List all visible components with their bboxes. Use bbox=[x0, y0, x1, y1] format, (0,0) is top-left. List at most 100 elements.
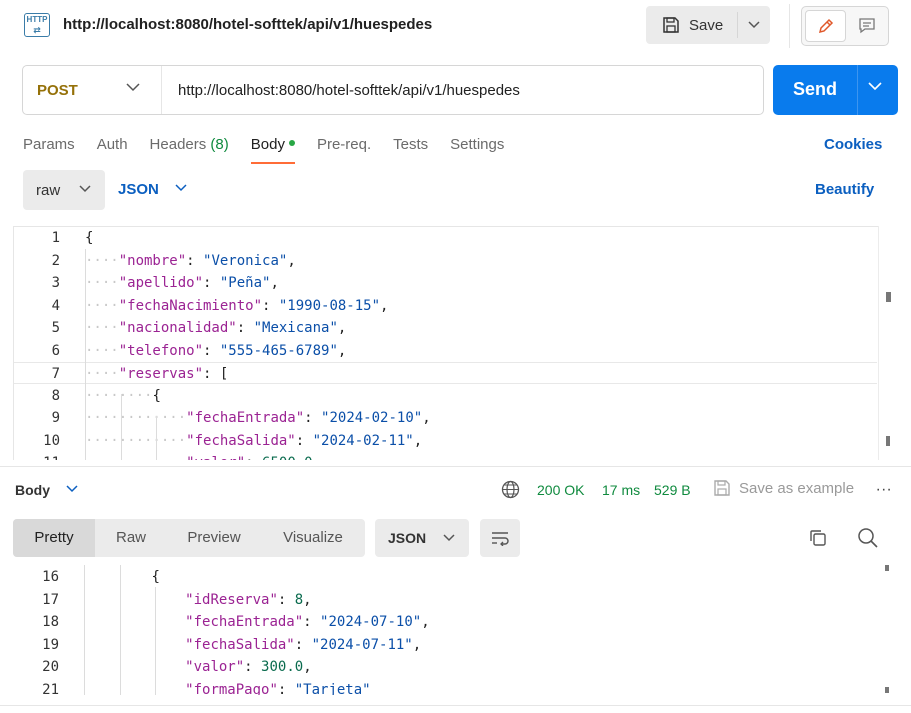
more-options-button[interactable]: ∙∙∙ bbox=[876, 481, 892, 499]
tab-label: Body bbox=[250, 136, 285, 153]
code-line[interactable]: 8 ········{ bbox=[14, 385, 877, 407]
code-line[interactable]: 3 ····"apellido": "Peña", bbox=[14, 272, 877, 294]
response-bar: Body 200 OK 17 ms 529 B Save as example … bbox=[0, 466, 911, 510]
indent-guide bbox=[84, 565, 85, 695]
code-token: 6500.0 bbox=[262, 455, 313, 460]
code-token: "fechaEntrada" bbox=[186, 410, 305, 426]
wrap-lines-button[interactable] bbox=[480, 519, 520, 557]
chevron-down-icon bbox=[443, 534, 455, 542]
send-button[interactable]: Send bbox=[793, 79, 837, 100]
code-token: : bbox=[277, 591, 295, 608]
comment-icon bbox=[859, 18, 875, 34]
code-token: "apellido" bbox=[118, 275, 204, 291]
edit-mode-button[interactable] bbox=[805, 10, 846, 42]
line-number: 18 bbox=[42, 614, 59, 630]
code-line[interactable]: 18 "fechaEntrada": "2024-07-10", bbox=[13, 611, 876, 633]
tab-body[interactable]: Body bbox=[250, 136, 296, 166]
response-language-value: JSON bbox=[388, 530, 427, 546]
status-code[interactable]: 200 OK bbox=[537, 482, 584, 498]
code-line[interactable]: 17 "idReserva": 8, bbox=[13, 589, 876, 611]
response-section-title[interactable]: Body bbox=[15, 482, 50, 498]
code-line[interactable]: 6 ····"telefono": "555-465-6789", bbox=[14, 340, 877, 362]
scrollbar-marker bbox=[886, 436, 890, 446]
tab-params[interactable]: Params bbox=[23, 136, 75, 166]
wrap-lines-icon bbox=[492, 532, 509, 546]
code-line[interactable]: 10 ············"fechaSalida": "2024-02-11… bbox=[14, 430, 877, 452]
code-token: , bbox=[422, 410, 431, 426]
code-token: , bbox=[270, 275, 279, 291]
tab-settings[interactable]: Settings bbox=[450, 136, 504, 166]
tab-tests[interactable]: Tests bbox=[393, 136, 428, 166]
line-number: 3 bbox=[51, 275, 60, 291]
tab-raw[interactable]: Raw bbox=[95, 519, 167, 557]
code-token: "2024-02-11" bbox=[312, 432, 414, 449]
code-line[interactable]: 20 "valor": 300.0, bbox=[13, 656, 876, 678]
save-label: Save bbox=[689, 16, 724, 34]
indent-marker: ············ bbox=[85, 455, 186, 460]
code-token: , bbox=[313, 455, 321, 460]
indent-marker: ············ bbox=[85, 410, 187, 426]
method-select[interactable]: POST bbox=[37, 82, 78, 99]
tab-pre-request[interactable]: Pre-req. bbox=[317, 136, 371, 166]
chevron-down-icon[interactable] bbox=[66, 485, 78, 493]
code-token: "2024-02-10" bbox=[321, 410, 423, 426]
request-body-editor[interactable]: 1{2 ····"nombre": "Veronica", 3 ····"apelli… bbox=[13, 226, 898, 460]
globe-icon[interactable] bbox=[501, 480, 520, 499]
code-line[interactable]: 11 ············"valor": 6500.0, bbox=[14, 452, 877, 460]
send-button-group: Send bbox=[773, 65, 898, 115]
code-text: "fechaSalida": "2024-07-11", bbox=[84, 634, 421, 656]
response-size[interactable]: 529 B bbox=[654, 482, 691, 498]
code-line[interactable]: 9 ············"fechaEntrada": "2024-02-10… bbox=[14, 407, 877, 429]
code-line[interactable]: 4 ····"fechaNacimiento": "1990-08-15", bbox=[14, 295, 877, 317]
code-line[interactable]: 16 { bbox=[13, 566, 876, 588]
body-mode-select[interactable]: raw bbox=[23, 170, 105, 210]
code-text: ············"fechaSalida": "2024-02-11", bbox=[85, 430, 422, 452]
tab-pretty[interactable]: Pretty bbox=[13, 519, 95, 557]
body-language-select[interactable]: JSON bbox=[118, 181, 159, 198]
save-dropdown-button[interactable] bbox=[738, 6, 770, 44]
chevron-down-icon[interactable] bbox=[868, 82, 882, 91]
body-mode-value: raw bbox=[36, 181, 61, 199]
response-scrollbar[interactable] bbox=[878, 565, 898, 695]
code-line[interactable]: 1{ bbox=[14, 227, 877, 249]
tab-label: Headers bbox=[149, 136, 207, 153]
line-number: 1 bbox=[51, 230, 60, 246]
editor-scrollbar[interactable] bbox=[878, 226, 898, 460]
beautify-button[interactable]: Beautify bbox=[815, 181, 874, 198]
chevron-down-icon[interactable] bbox=[126, 83, 140, 92]
code-token: , bbox=[421, 614, 430, 630]
code-token: "555-465-6789" bbox=[219, 342, 338, 359]
request-tabs: Params Auth Headers (8) Body Pre-req. Te… bbox=[23, 136, 526, 166]
code-token: 8 bbox=[294, 591, 304, 608]
scrollbar-thumb[interactable] bbox=[886, 292, 891, 302]
tab-auth[interactable]: Auth bbox=[97, 136, 128, 166]
url-input[interactable]: http://localhost:8080/hotel-softtek/api/… bbox=[178, 82, 520, 99]
code-line[interactable]: 21 "formaPago": "Tarjeta" bbox=[13, 679, 876, 696]
divider bbox=[857, 65, 858, 115]
request-title[interactable]: http://localhost:8080/hotel-softtek/api/… bbox=[63, 16, 432, 33]
save-button[interactable]: Save bbox=[646, 6, 737, 44]
code-token: "1990-08-15" bbox=[278, 297, 381, 314]
code-line[interactable]: 19 "fechaSalida": "2024-07-11", bbox=[13, 634, 876, 656]
search-icon[interactable] bbox=[857, 527, 878, 548]
code-line[interactable]: 5 ····"nacionalidad": "Mexicana", bbox=[14, 317, 877, 339]
tab-label: Settings bbox=[450, 136, 505, 153]
code-token: : bbox=[304, 410, 322, 426]
response-time[interactable]: 17 ms bbox=[602, 482, 640, 498]
documentation-mode-button[interactable] bbox=[848, 10, 886, 42]
line-number: 10 bbox=[43, 432, 60, 449]
tab-preview[interactable]: Preview bbox=[167, 519, 261, 557]
code-token: "idReserva" bbox=[185, 591, 278, 608]
code-line[interactable]: 2 ····"nombre": "Veronica", bbox=[14, 250, 877, 272]
chevron-down-icon[interactable] bbox=[175, 184, 187, 192]
tab-visualize[interactable]: Visualize bbox=[261, 519, 365, 557]
tab-headers[interactable]: Headers (8) bbox=[150, 136, 229, 166]
response-language-select[interactable]: JSON bbox=[375, 519, 469, 557]
indent-marker: ···· bbox=[85, 342, 119, 359]
code-token: , bbox=[380, 297, 389, 314]
code-line[interactable]: 7 ····"reservas": [ bbox=[14, 362, 877, 384]
copy-icon[interactable] bbox=[808, 528, 828, 548]
cookies-link[interactable]: Cookies bbox=[824, 136, 882, 153]
response-body-viewer[interactable]: 16 {17 "idReserva": 8, 18 "fechaEntrada":… bbox=[13, 565, 898, 695]
save-as-example-button[interactable]: Save as example bbox=[713, 479, 854, 497]
